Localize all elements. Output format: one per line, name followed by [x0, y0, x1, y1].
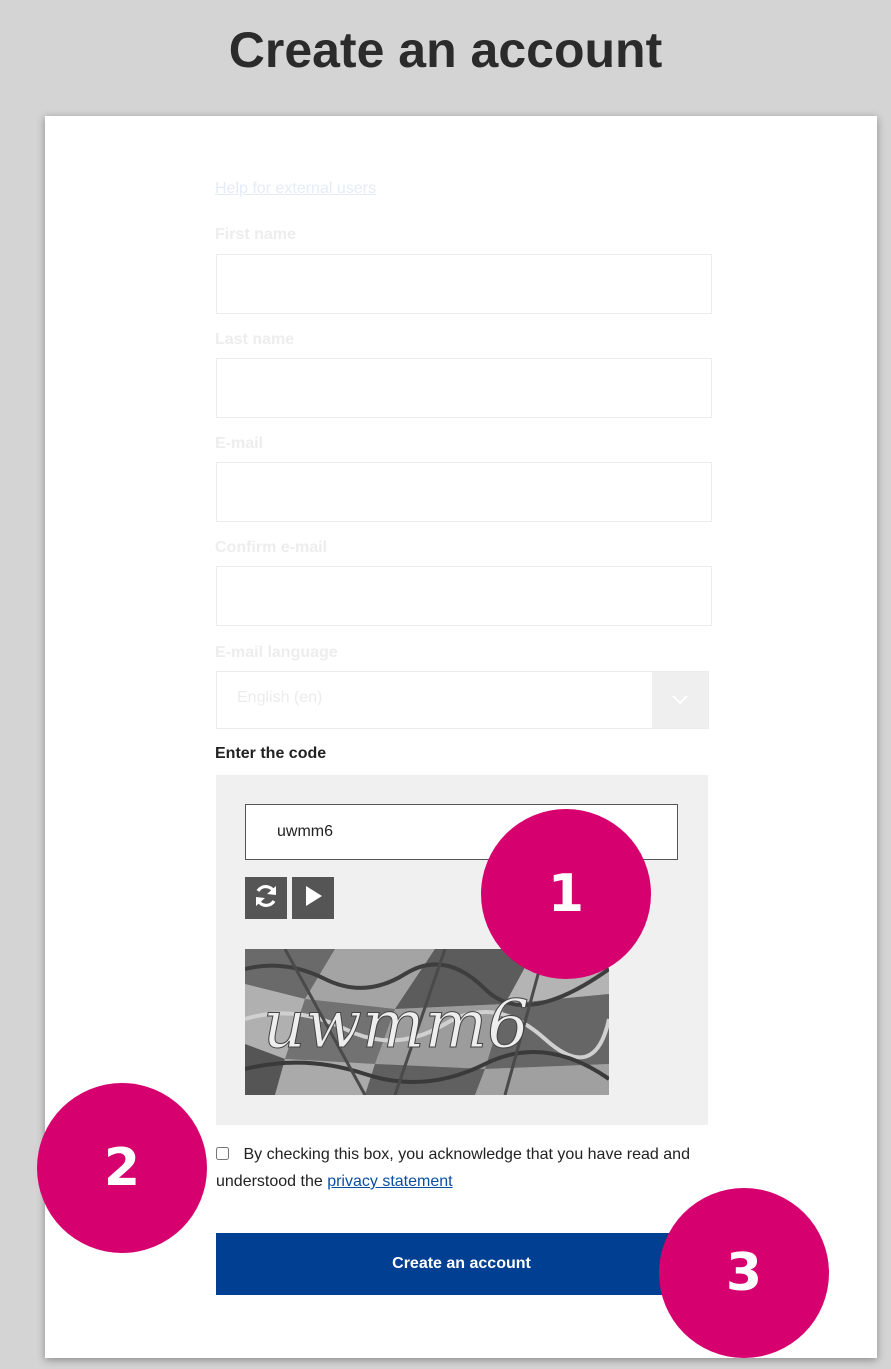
first-name-field[interactable] — [216, 254, 712, 314]
create-account-button[interactable]: Create an account — [216, 1233, 707, 1295]
captcha-image-text: uwmm6 — [263, 986, 529, 1063]
email-language-value: English (en) — [237, 689, 323, 706]
email-label: E-mail — [215, 435, 264, 452]
confirm-email-field[interactable] — [216, 566, 712, 626]
consent-row: By checking this box, you acknowledge th… — [216, 1141, 706, 1195]
captcha-audio-button[interactable] — [292, 877, 334, 919]
captcha-panel: uwmm6 — [216, 775, 708, 1125]
last-name-field[interactable] — [216, 358, 712, 418]
captcha-label: Enter the code — [215, 745, 327, 762]
marker-1: 1 — [481, 809, 651, 979]
last-name-label: Last name — [215, 331, 295, 348]
email-language-label: E-mail language — [215, 644, 338, 661]
chevron-down-icon[interactable] — [652, 672, 708, 728]
consent-checkbox[interactable] — [216, 1147, 229, 1160]
privacy-statement-link[interactable]: privacy statement — [327, 1173, 452, 1190]
page-title: Create an account — [228, 22, 663, 78]
refresh-icon — [253, 883, 279, 914]
email-field[interactable] — [216, 462, 712, 522]
marker-3: 3 — [659, 1188, 829, 1358]
help-link[interactable]: Help for external users — [215, 180, 376, 198]
email-language-select[interactable]: English (en) — [216, 671, 709, 729]
confirm-email-label: Confirm e-mail — [215, 539, 328, 556]
captcha-refresh-button[interactable] — [245, 877, 287, 919]
first-name-label: First name — [215, 226, 296, 243]
marker-2: 2 — [37, 1083, 207, 1253]
play-icon — [302, 884, 324, 913]
